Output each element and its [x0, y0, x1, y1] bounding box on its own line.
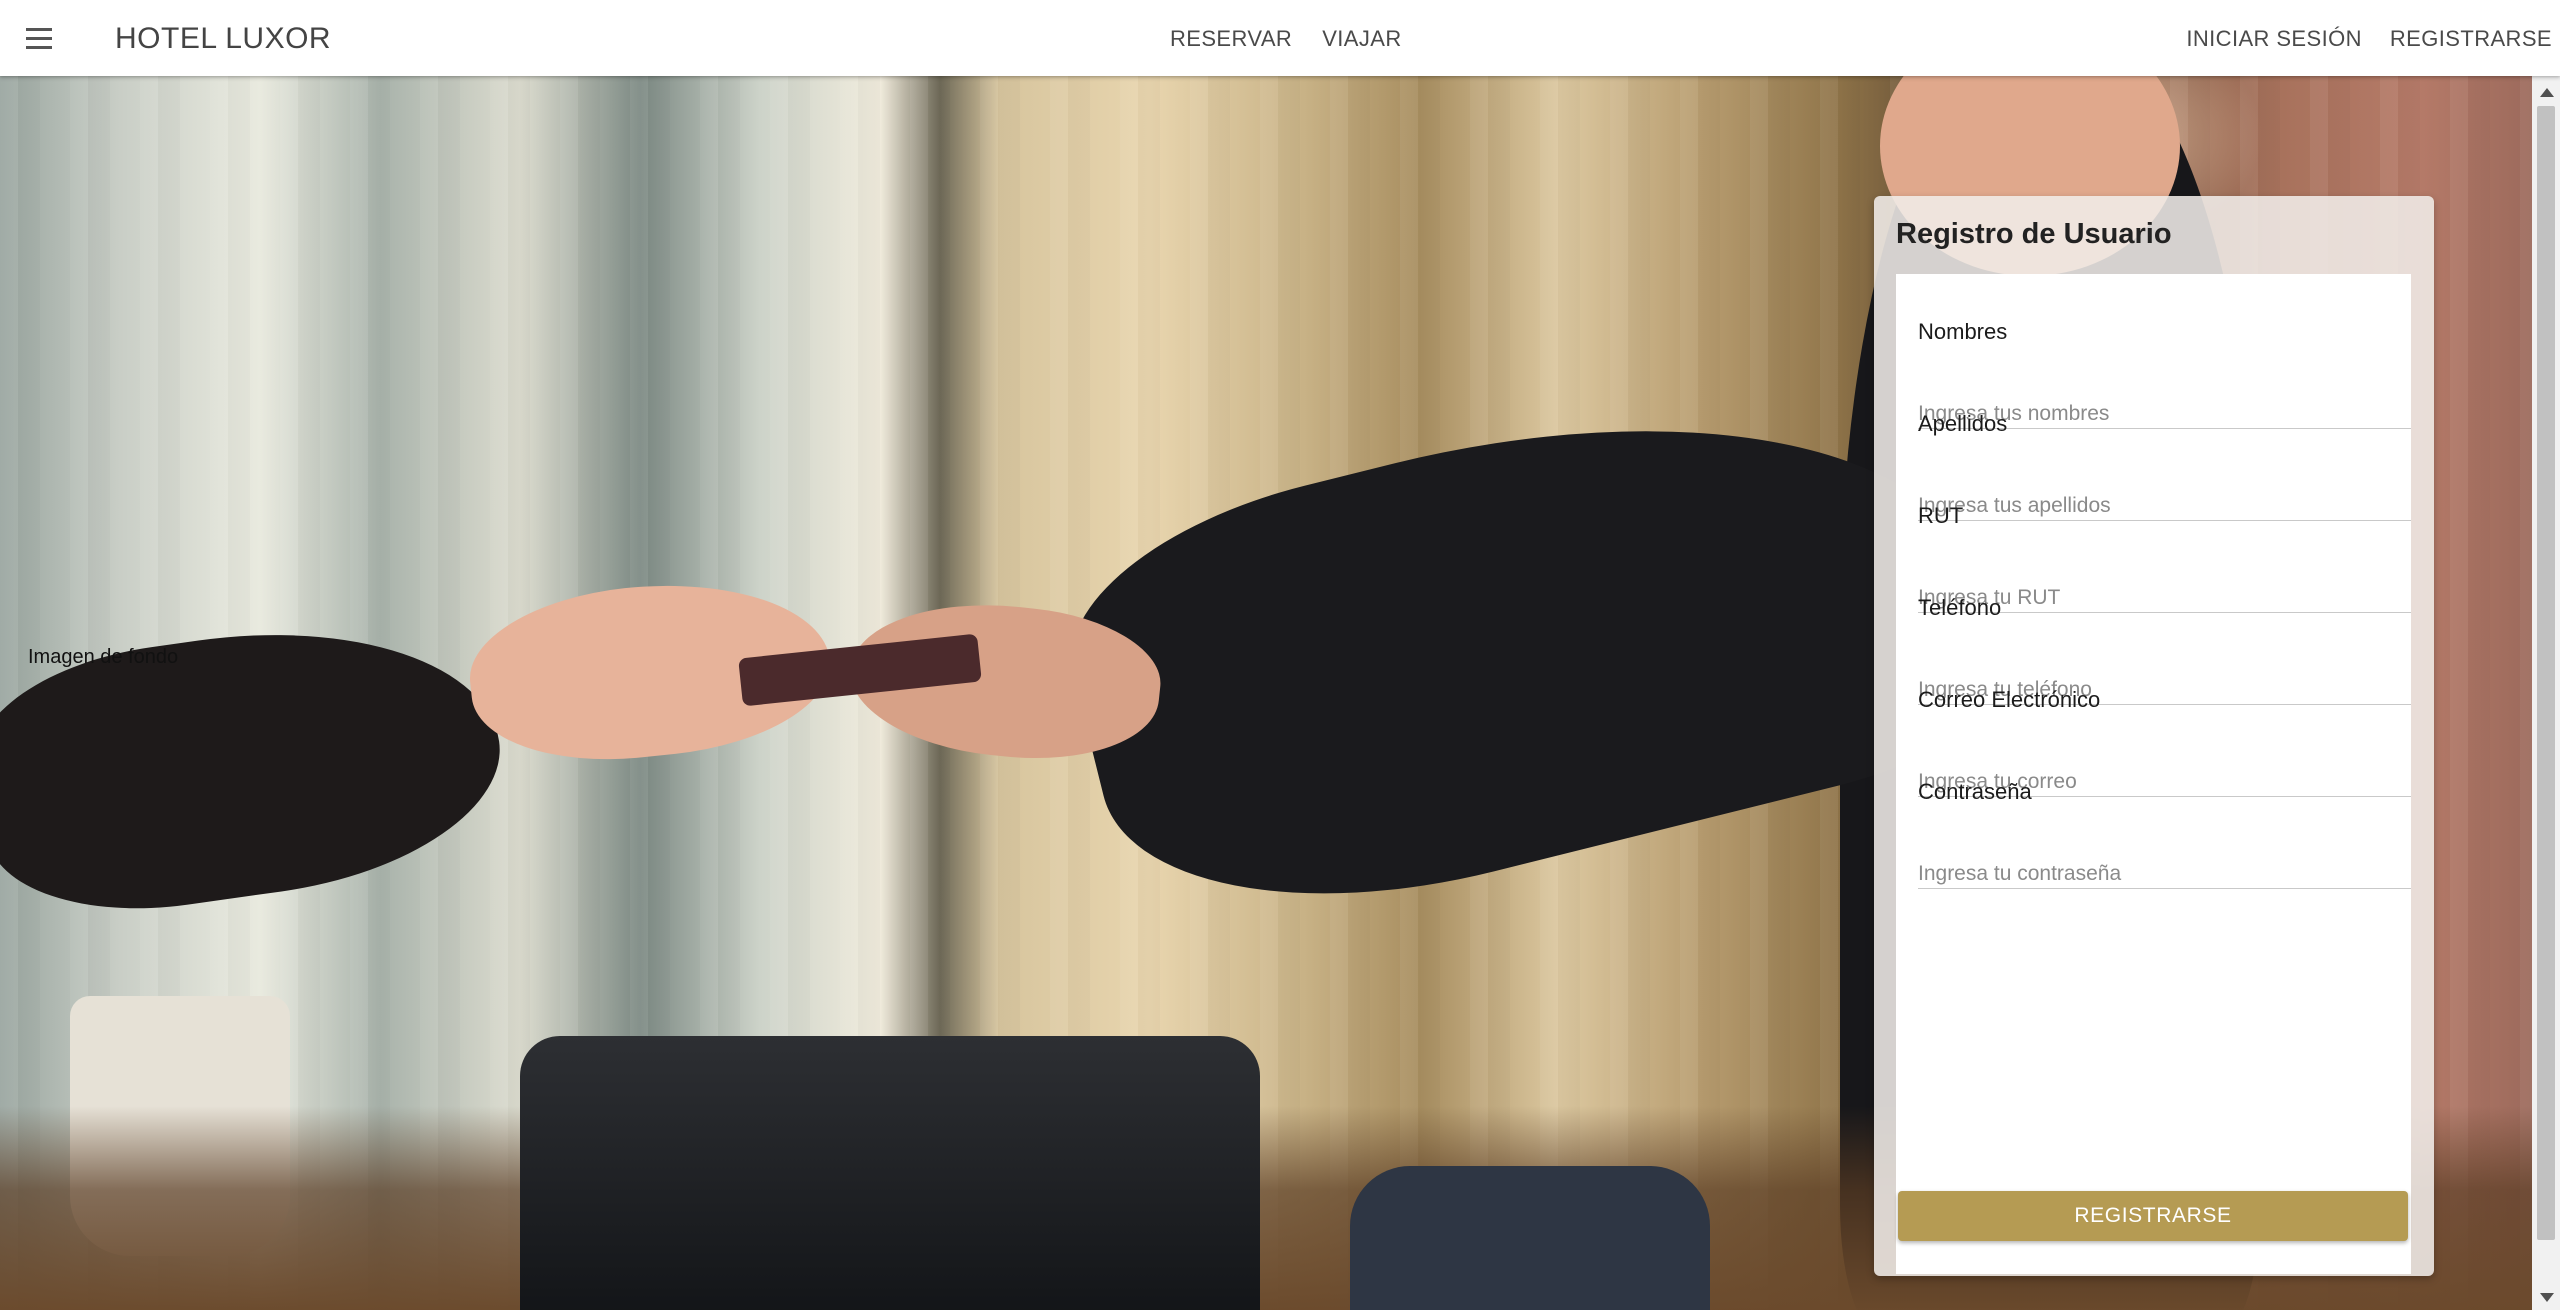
scroll-up-arrow-icon[interactable]	[2540, 88, 2554, 97]
registration-card: Registro de Usuario Nombres Apellidos RU…	[1874, 196, 2434, 1276]
menu-line	[26, 45, 52, 49]
main-nav: RESERVAR VIAJAR	[1170, 26, 1402, 52]
menu-line	[26, 27, 52, 31]
registration-form: Nombres Apellidos RUT Teléfono Correo El…	[1896, 274, 2411, 1274]
field-label: Apellidos	[1918, 411, 2008, 436]
desk-chair	[1350, 1166, 1710, 1310]
menu-line	[26, 36, 52, 40]
background-image-alt-text: Imagen de fondo	[28, 646, 179, 668]
nav-login[interactable]: INICIAR SESIÓN	[2186, 26, 2362, 52]
brand-title[interactable]: HOTEL LUXOR	[115, 22, 331, 56]
field-contrasena: Contraseña	[1896, 734, 2411, 889]
field-label: Nombres	[1918, 319, 2008, 344]
page-scrollbar[interactable]	[2532, 76, 2560, 1310]
scroll-down-arrow-icon[interactable]	[2540, 1293, 2554, 1302]
nav-reservar[interactable]: RESERVAR	[1170, 26, 1292, 52]
register-submit-button[interactable]: REGISTRARSE	[1898, 1191, 2408, 1241]
hamburger-menu-icon[interactable]	[22, 22, 56, 54]
registration-title: Registro de Usuario	[1896, 218, 2172, 250]
nav-register[interactable]: REGISTRARSE	[2390, 26, 2552, 52]
account-nav: INICIAR SESIÓN REGISTRARSE	[2186, 26, 2552, 52]
field-label: Contraseña	[1918, 779, 2032, 804]
field-label: RUT	[1918, 503, 1964, 528]
scroll-thumb[interactable]	[2537, 106, 2555, 1240]
field-label: Teléfono	[1918, 595, 2002, 620]
app-bar: HOTEL LUXOR RESERVAR VIAJAR INICIAR SESI…	[0, 0, 2560, 76]
field-label: Correo Electrónico	[1918, 687, 2101, 712]
desk-monitor	[520, 1036, 1260, 1310]
contrasena-input[interactable]	[1918, 859, 2411, 889]
nav-viajar[interactable]: VIAJAR	[1322, 26, 1401, 52]
